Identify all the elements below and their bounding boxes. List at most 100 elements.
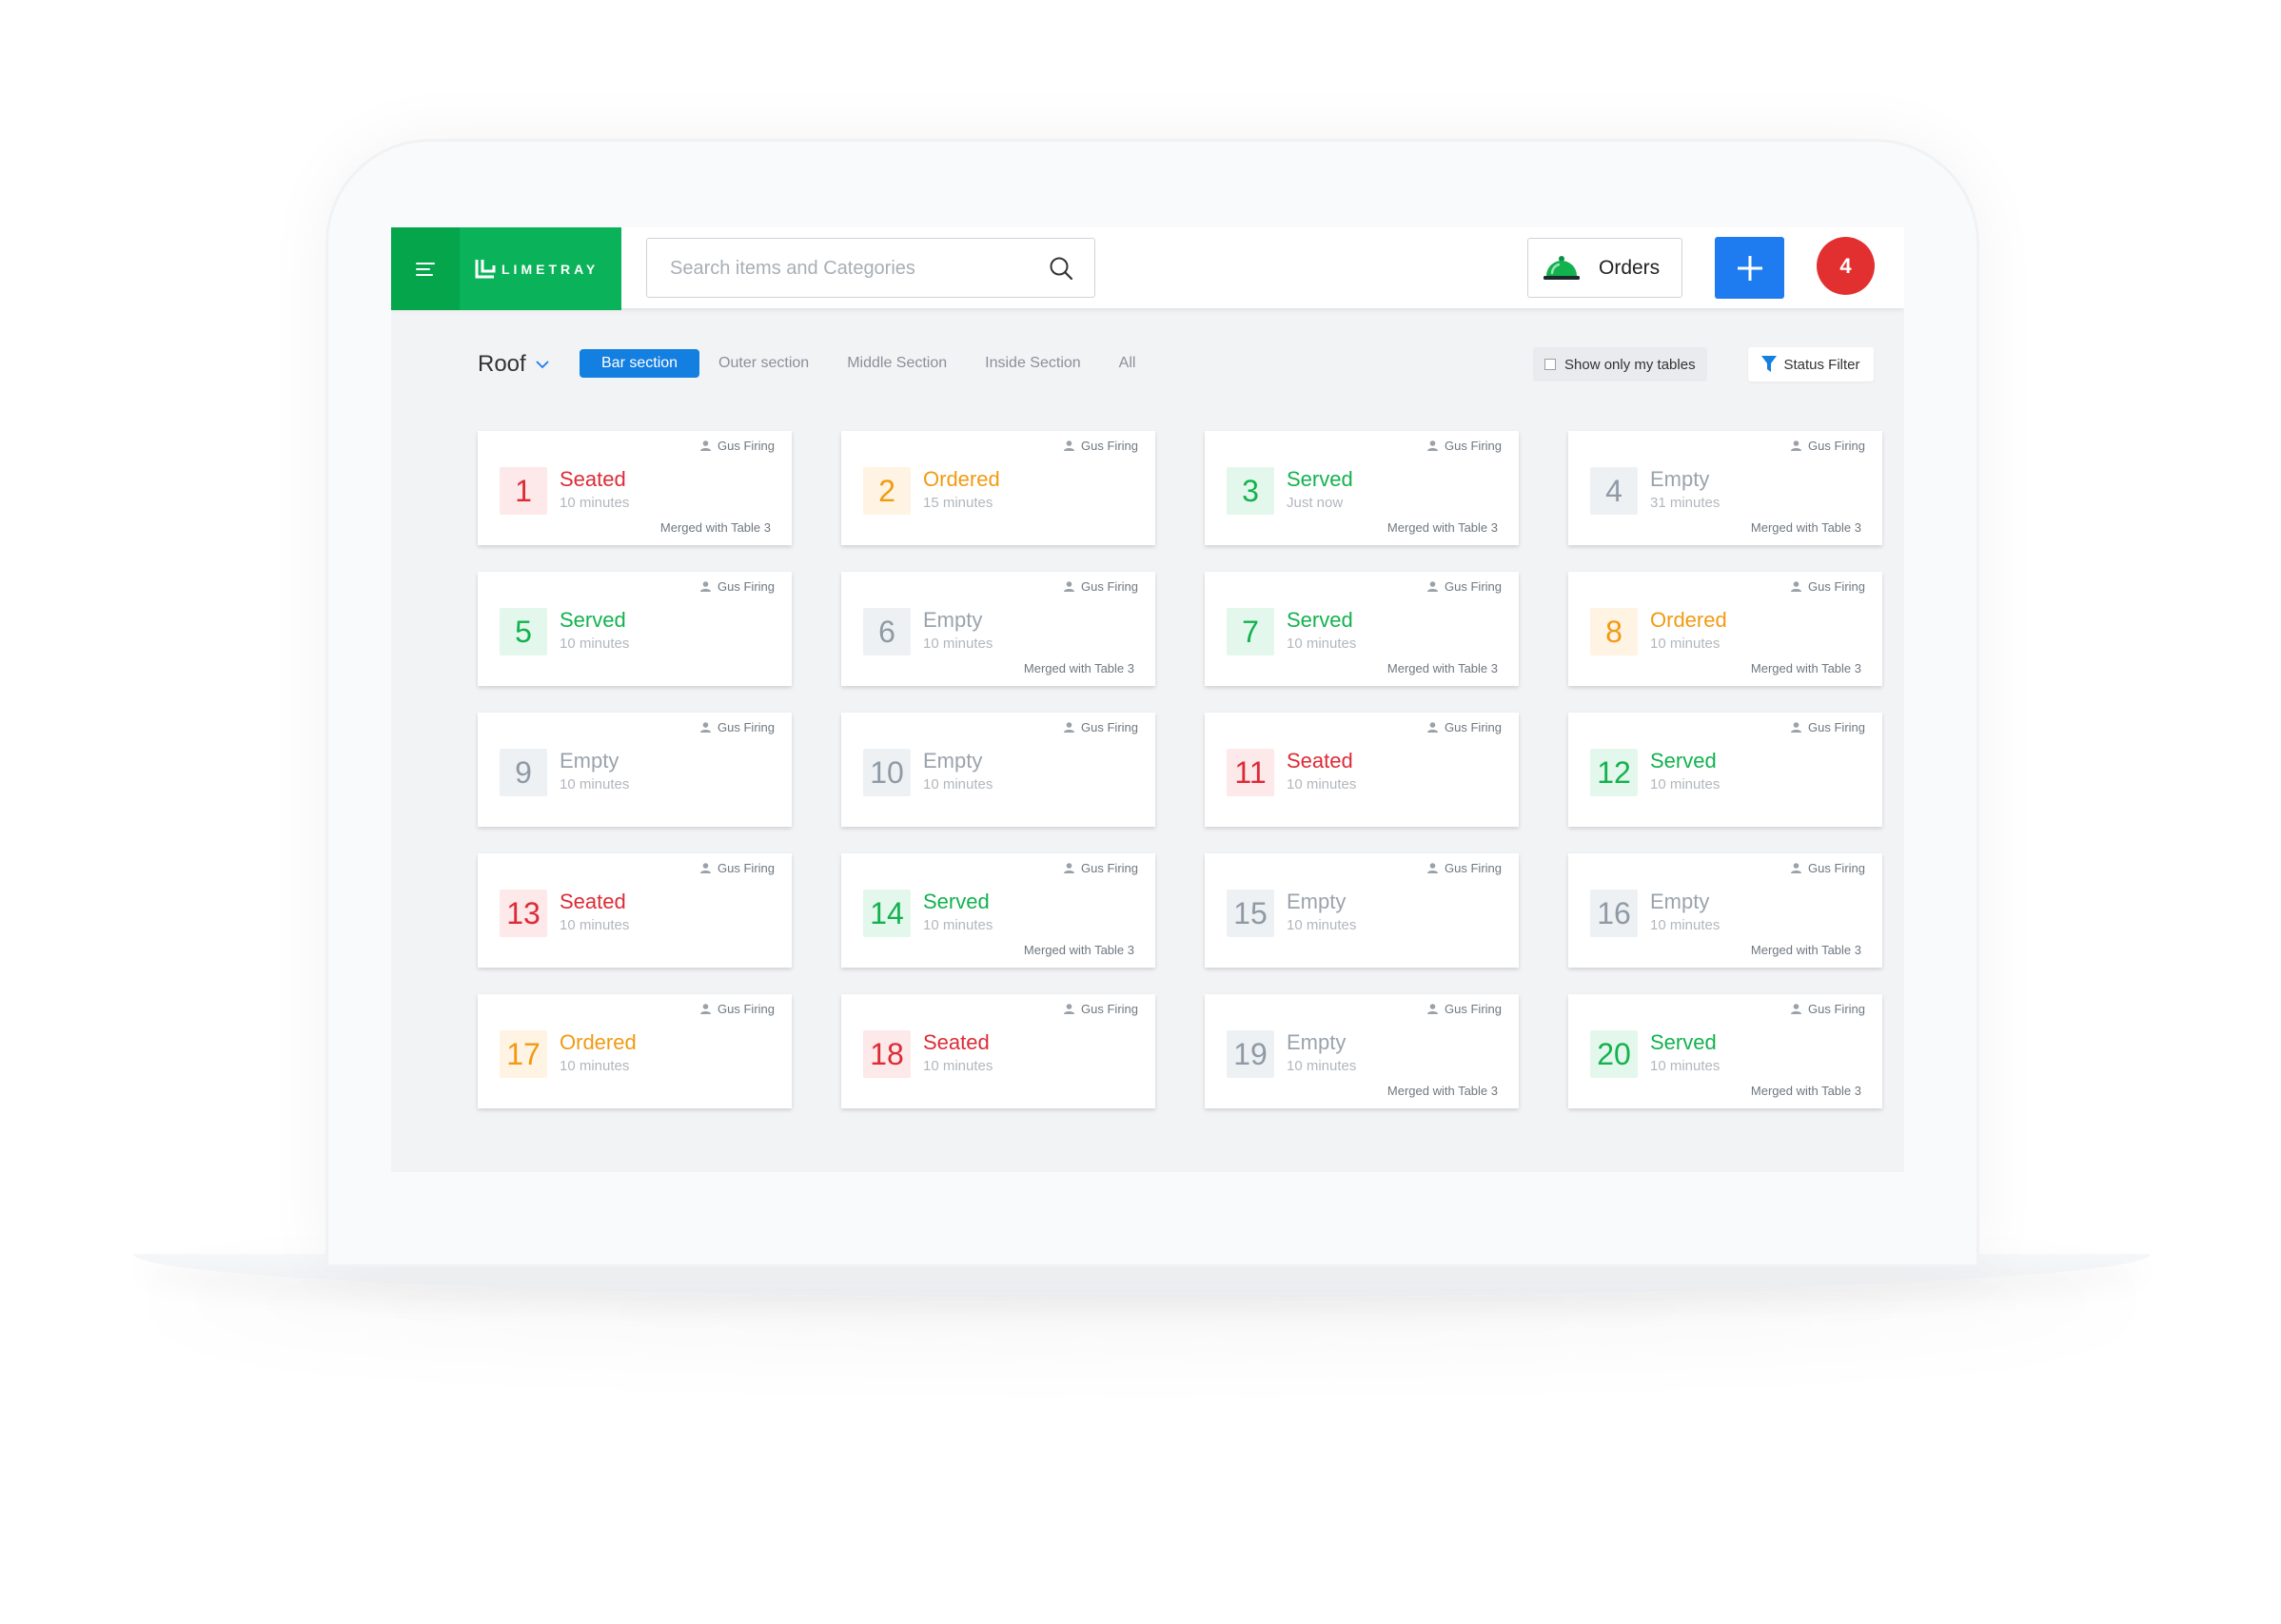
tab-all[interactable]: All — [1119, 349, 1136, 378]
filter-funnel-icon — [1761, 356, 1778, 372]
merged-info: Merged with Table 3 — [1750, 943, 1861, 957]
serving-bell-icon — [1544, 255, 1580, 280]
table-status: Served — [560, 608, 626, 632]
menu-button[interactable] — [391, 227, 460, 310]
search-icon[interactable] — [1049, 256, 1073, 281]
table-card-19[interactable]: Gus Firing 19 Empty 10 minutes Merged wi… — [1205, 994, 1519, 1108]
table-time: 10 minutes — [923, 1058, 993, 1074]
top-header: LIMETRAY Orders 4 — [391, 227, 1904, 310]
table-status: Served — [1287, 608, 1353, 632]
search-box[interactable] — [646, 238, 1095, 298]
waiter-name: Gus Firing — [1445, 861, 1502, 875]
table-number: 1 — [500, 467, 547, 515]
table-card-15[interactable]: Gus Firing 15 Empty 10 minutes — [1205, 853, 1519, 968]
user-icon — [1427, 440, 1439, 451]
waiter-name: Gus Firing — [718, 861, 775, 875]
merged-info: Merged with Table 3 — [1386, 661, 1498, 675]
tab-outer-section[interactable]: Outer section — [718, 349, 809, 378]
table-status: Ordered — [923, 467, 1000, 491]
tables-grid: Gus Firing 1 Seated 10 minutes Merged wi… — [478, 431, 1882, 1108]
notification-badge[interactable]: 4 — [1817, 237, 1875, 295]
table-card-1[interactable]: Gus Firing 1 Seated 10 minutes Merged wi… — [478, 431, 792, 545]
merged-info: Merged with Table 3 — [1750, 661, 1861, 675]
table-time: 10 minutes — [1287, 917, 1357, 933]
table-time: 15 minutes — [923, 495, 993, 511]
user-icon — [1064, 722, 1075, 733]
table-time: 10 minutes — [560, 1058, 630, 1074]
table-status: Empty — [1287, 1030, 1347, 1054]
user-icon — [1427, 722, 1439, 733]
table-card-14[interactable]: Gus Firing 14 Served 10 minutes Merged w… — [841, 853, 1155, 968]
table-card-18[interactable]: Gus Firing 18 Seated 10 minutes — [841, 994, 1155, 1108]
merged-info: Merged with Table 3 — [1386, 1084, 1498, 1098]
table-card-9[interactable]: Gus Firing 9 Empty 10 minutes — [478, 713, 792, 827]
table-number: 7 — [1227, 608, 1274, 655]
table-card-7[interactable]: Gus Firing 7 Served 10 minutes Merged wi… — [1205, 572, 1519, 686]
user-icon — [700, 722, 712, 733]
table-card-13[interactable]: Gus Firing 13 Seated 10 minutes — [478, 853, 792, 968]
hamburger-menu-icon — [416, 259, 435, 280]
table-card-8[interactable]: Gus Firing 8 Ordered 10 minutes Merged w… — [1568, 572, 1882, 686]
user-icon — [1427, 1004, 1439, 1014]
tab-middle-section[interactable]: Middle Section — [847, 349, 947, 378]
table-status: Empty — [1287, 890, 1347, 913]
waiter-info: Gus Firing — [700, 579, 775, 594]
waiter-info: Gus Firing — [1064, 1002, 1138, 1016]
only-mine-checkbox[interactable] — [1544, 359, 1556, 370]
user-icon — [1427, 581, 1439, 592]
status-filter-button[interactable]: Status Filter — [1748, 347, 1874, 382]
floor-selector[interactable]: Roof — [478, 351, 549, 378]
table-card-5[interactable]: Gus Firing 5 Served 10 minutes — [478, 572, 792, 686]
table-number: 11 — [1227, 749, 1274, 796]
tab-bar-section[interactable]: Bar section — [580, 349, 700, 378]
table-card-2[interactable]: Gus Firing 2 Ordered 15 minutes — [841, 431, 1155, 545]
waiter-name: Gus Firing — [1445, 720, 1502, 734]
chevron-down-icon — [536, 360, 549, 368]
waiter-name: Gus Firing — [1808, 861, 1865, 875]
table-number: 15 — [1227, 890, 1274, 937]
user-icon — [1064, 581, 1075, 592]
table-card-11[interactable]: Gus Firing 11 Seated 10 minutes — [1205, 713, 1519, 827]
waiter-info: Gus Firing — [700, 861, 775, 875]
waiter-info: Gus Firing — [1791, 579, 1865, 594]
table-time: 31 minutes — [1650, 495, 1721, 511]
table-card-20[interactable]: Gus Firing 20 Served 10 minutes Merged w… — [1568, 994, 1882, 1108]
add-button[interactable] — [1715, 237, 1784, 299]
show-only-my-tables-toggle[interactable]: Show only my tables — [1533, 347, 1707, 382]
table-card-6[interactable]: Gus Firing 6 Empty 10 minutes Merged wit… — [841, 572, 1155, 686]
user-icon — [700, 581, 712, 592]
table-status: Seated — [560, 467, 626, 491]
merged-info: Merged with Table 3 — [659, 520, 771, 535]
table-time: 10 minutes — [923, 636, 993, 652]
search-input[interactable] — [668, 239, 1033, 298]
table-time: 10 minutes — [560, 917, 630, 933]
orders-button[interactable]: Orders — [1527, 238, 1682, 298]
waiter-name: Gus Firing — [1808, 439, 1865, 453]
table-number: 10 — [863, 749, 911, 796]
table-card-3[interactable]: Gus Firing 3 Served Just now Merged with… — [1205, 431, 1519, 545]
table-card-17[interactable]: Gus Firing 17 Ordered 10 minutes — [478, 994, 792, 1108]
table-card-4[interactable]: Gus Firing 4 Empty 31 minutes Merged wit… — [1568, 431, 1882, 545]
table-card-16[interactable]: Gus Firing 16 Empty 10 minutes Merged wi… — [1568, 853, 1882, 968]
table-number: 16 — [1590, 890, 1638, 937]
table-time: 10 minutes — [560, 495, 630, 511]
table-status: Seated — [560, 890, 626, 913]
table-time: 10 minutes — [1650, 636, 1721, 652]
user-icon — [1064, 863, 1075, 873]
table-card-10[interactable]: Gus Firing 10 Empty 10 minutes — [841, 713, 1155, 827]
brand-logo[interactable]: LIMETRAY — [460, 227, 621, 310]
limetray-logo-icon — [475, 259, 496, 278]
table-number: 5 — [500, 608, 547, 655]
table-card-12[interactable]: Gus Firing 12 Served 10 minutes — [1568, 713, 1882, 827]
waiter-info: Gus Firing — [1427, 720, 1502, 734]
table-number: 20 — [1590, 1030, 1638, 1078]
tab-inside-section[interactable]: Inside Section — [985, 349, 1081, 378]
merged-info: Merged with Table 3 — [1386, 520, 1498, 535]
table-number: 4 — [1590, 467, 1638, 515]
table-time: 10 minutes — [560, 776, 630, 792]
table-status: Served — [923, 890, 990, 913]
status-filter-label: Status Filter — [1783, 356, 1860, 373]
waiter-info: Gus Firing — [1791, 439, 1865, 453]
waiter-info: Gus Firing — [1064, 579, 1138, 594]
waiter-info: Gus Firing — [700, 720, 775, 734]
